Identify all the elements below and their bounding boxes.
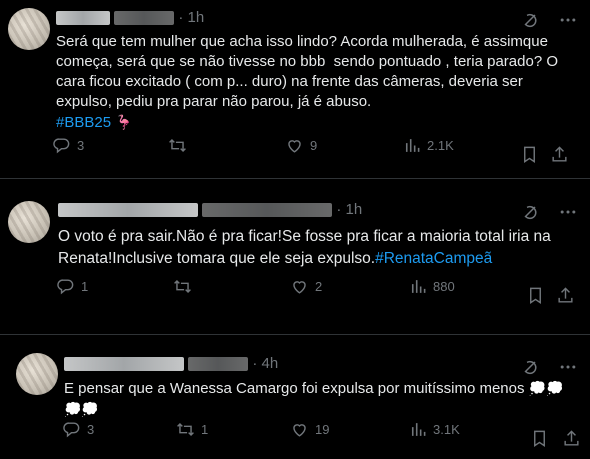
grok-icon[interactable] bbox=[520, 10, 540, 30]
tweet-header: · 1h bbox=[56, 9, 204, 29]
like-icon bbox=[290, 420, 309, 439]
retweet-icon bbox=[173, 277, 192, 296]
bookmark-icon[interactable] bbox=[520, 145, 539, 164]
views-icon bbox=[408, 420, 427, 439]
tweet-1[interactable]: · 1h Será que tem mulher que acha isso l… bbox=[0, 0, 590, 178]
retweet-button[interactable] bbox=[168, 136, 193, 155]
bookmark-icon[interactable] bbox=[526, 286, 545, 305]
views-button[interactable]: 880 bbox=[408, 277, 455, 296]
views-count: 3.1K bbox=[433, 421, 460, 437]
reply-icon bbox=[56, 277, 75, 296]
reply-count: 3 bbox=[87, 421, 95, 437]
redacted-username bbox=[64, 357, 184, 372]
bookmark-icon[interactable] bbox=[530, 429, 549, 448]
tweet-text: E pensar que a Wanessa Camargo foi expul… bbox=[64, 380, 564, 417]
emoji: 🦩 bbox=[115, 114, 133, 130]
redacted-handle bbox=[202, 203, 333, 218]
thought-balloon-icon: 💭💭 bbox=[64, 401, 99, 417]
avatar[interactable] bbox=[8, 201, 50, 243]
reply-button[interactable]: 3 bbox=[52, 136, 84, 155]
like-count: 9 bbox=[310, 137, 318, 153]
reply-count: 3 bbox=[77, 137, 85, 153]
thought-balloon-icon: 💭💭 bbox=[528, 380, 564, 396]
like-icon bbox=[290, 277, 309, 296]
tweet-header: · 4h bbox=[64, 355, 278, 375]
avatar[interactable] bbox=[8, 8, 50, 50]
reply-button[interactable]: 1 bbox=[56, 277, 88, 296]
views-button[interactable]: 3.1K bbox=[408, 420, 460, 439]
tweet-2[interactable]: · 1h O voto é pra sair.Não é pra ficar!S… bbox=[0, 179, 590, 334]
redacted-handle bbox=[114, 11, 175, 26]
tweet-3[interactable]: · 4h E pensar que a Wanessa Camargo foi … bbox=[0, 335, 590, 459]
views-count: 880 bbox=[433, 278, 455, 294]
grok-icon[interactable] bbox=[520, 202, 540, 222]
share-icon[interactable] bbox=[562, 429, 581, 448]
timestamp[interactable]: 1h bbox=[346, 201, 363, 218]
share-icon[interactable] bbox=[556, 286, 575, 305]
like-button[interactable]: 19 bbox=[290, 420, 329, 439]
tweet-text: Será que tem mulher que acha isso lindo?… bbox=[56, 33, 563, 131]
retweet-button[interactable]: 1 bbox=[176, 420, 208, 439]
reply-count: 1 bbox=[81, 278, 89, 294]
views-icon bbox=[402, 136, 421, 155]
views-count: 2.1K bbox=[427, 137, 454, 153]
like-count: 2 bbox=[315, 278, 323, 294]
hashtag-link[interactable]: #RenataCampeã bbox=[375, 250, 492, 267]
tweet-text: O voto é pra sair.Não é pra ficar!Se fos… bbox=[58, 228, 556, 267]
retweet-icon bbox=[168, 136, 187, 155]
retweet-button[interactable] bbox=[173, 277, 198, 296]
views-icon bbox=[408, 277, 427, 296]
retweet-icon bbox=[176, 420, 195, 439]
timestamp[interactable]: 4h bbox=[262, 355, 279, 372]
reply-icon bbox=[62, 420, 81, 439]
like-count: 19 bbox=[315, 421, 330, 437]
views-button[interactable]: 2.1K bbox=[402, 136, 454, 155]
share-icon[interactable] bbox=[550, 145, 569, 164]
retweet-count: 1 bbox=[201, 421, 209, 437]
grok-icon[interactable] bbox=[520, 357, 540, 377]
redacted-username bbox=[58, 203, 198, 218]
more-icon[interactable] bbox=[558, 357, 578, 377]
avatar[interactable] bbox=[16, 353, 58, 395]
more-icon[interactable] bbox=[558, 202, 578, 222]
redacted-handle bbox=[188, 357, 249, 372]
like-button[interactable]: 2 bbox=[290, 277, 322, 296]
more-icon[interactable] bbox=[558, 10, 578, 30]
timestamp[interactable]: 1h bbox=[188, 9, 205, 26]
reply-button[interactable]: 3 bbox=[62, 420, 94, 439]
like-button[interactable]: 9 bbox=[285, 136, 317, 155]
redacted-username bbox=[56, 11, 110, 26]
hashtag-link[interactable]: #BBB25 bbox=[56, 114, 111, 131]
like-icon bbox=[285, 136, 304, 155]
tweet-header: · 1h bbox=[58, 201, 362, 221]
reply-icon bbox=[52, 136, 71, 155]
